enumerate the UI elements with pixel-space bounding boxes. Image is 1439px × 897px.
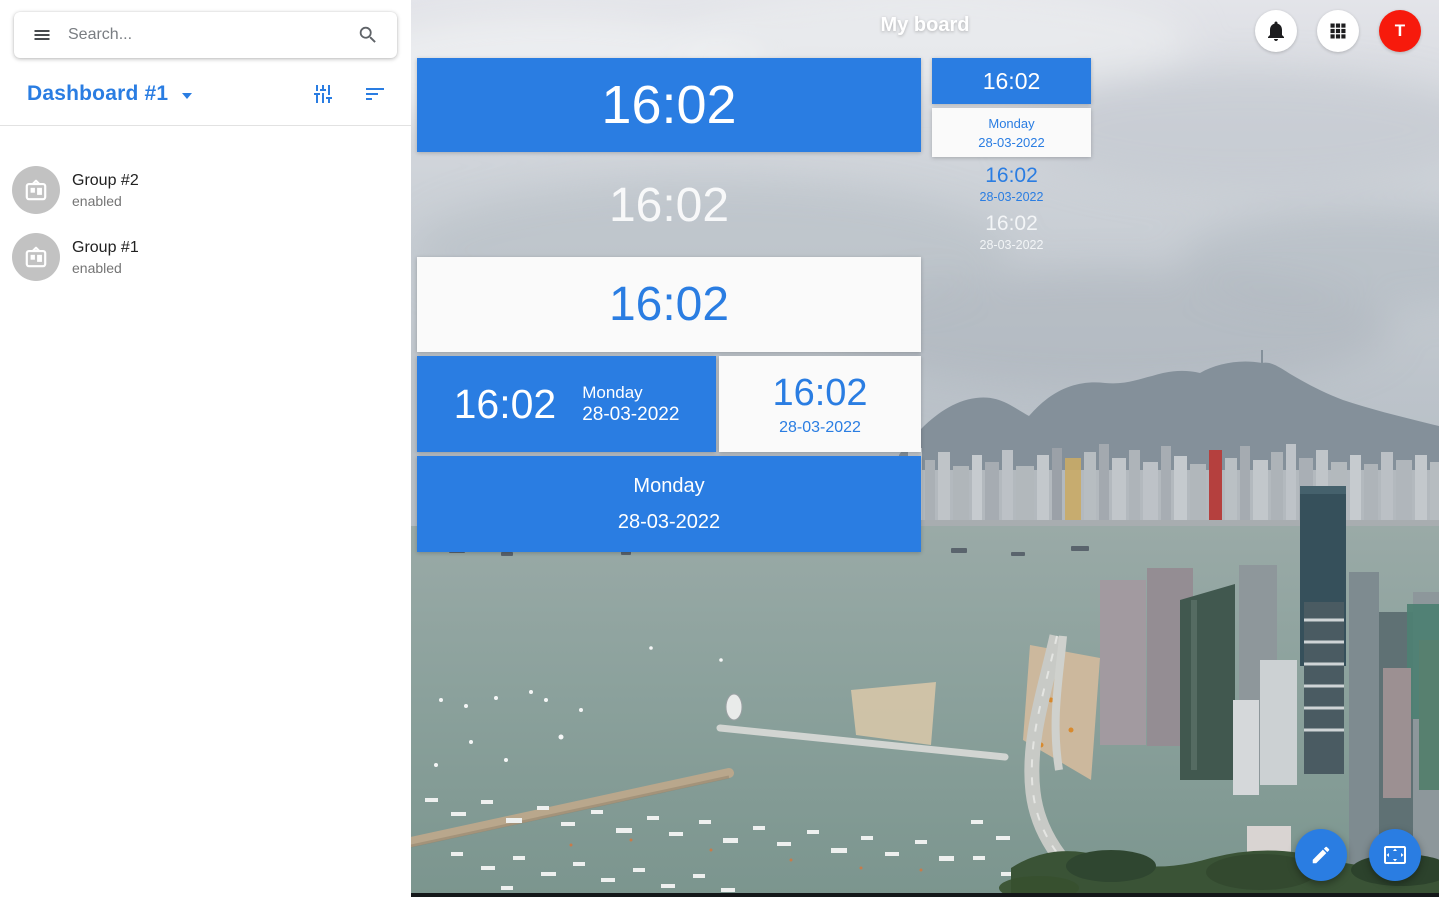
- search-bar[interactable]: [14, 12, 397, 58]
- apps-button[interactable]: [1317, 10, 1359, 52]
- clock-time: 16:02: [772, 372, 867, 415]
- group-list-item[interactable]: Group #2 enabled: [0, 158, 411, 222]
- sort-button[interactable]: [357, 76, 393, 112]
- frame-icon: [23, 177, 49, 203]
- chevron-down-icon: [182, 93, 192, 99]
- user-avatar[interactable]: T: [1379, 10, 1421, 52]
- small-clock-widget-blue[interactable]: 16:02: [932, 58, 1091, 104]
- search-button[interactable]: [351, 18, 385, 52]
- app-window: Dashboard #1: [0, 0, 1439, 897]
- clock-time: 16:02: [601, 74, 736, 136]
- clock-date: 28-03-2022: [978, 133, 1045, 152]
- clock-widget-white[interactable]: 16:02: [417, 257, 921, 352]
- edit-board-button[interactable]: [1295, 829, 1347, 881]
- dashboard-header-row: Dashboard #1: [0, 72, 411, 116]
- apps-grid-icon: [1328, 21, 1348, 41]
- clock-day: Monday: [582, 382, 679, 403]
- group-list-item[interactable]: Group #1 enabled: [0, 225, 411, 289]
- dashboard-selector[interactable]: Dashboard #1: [27, 82, 192, 106]
- menu-button[interactable]: [26, 19, 58, 51]
- board-canvas: My board T 16:02 16:02 1: [411, 0, 1439, 897]
- clock-date: 28-03-2022: [618, 511, 720, 534]
- search-icon: [357, 24, 379, 46]
- clock-day: Monday: [633, 475, 704, 498]
- clock-date: 28-03-2022: [582, 403, 679, 427]
- bell-icon: [1264, 19, 1288, 43]
- clock-time: 16:02: [454, 381, 557, 428]
- clock-time: 16:02: [985, 164, 1038, 188]
- avatar-letter: T: [1395, 21, 1405, 41]
- clock-widget-large-blue[interactable]: 16:02: [417, 58, 921, 152]
- tune-icon: [311, 82, 335, 106]
- clock-time: 16:02: [609, 277, 729, 332]
- hamburger-icon: [32, 25, 52, 45]
- group-status: enabled: [72, 193, 139, 209]
- small-clock-widget-transparent-white[interactable]: 16:02 28-03-2022: [932, 209, 1091, 255]
- day-date-widget-blue[interactable]: Monday 28-03-2022: [417, 456, 921, 552]
- tune-button[interactable]: [305, 76, 341, 112]
- clock-time: 16:02: [983, 68, 1041, 95]
- group-name: Group #2: [72, 172, 139, 190]
- clock-date: 28-03-2022: [980, 238, 1044, 252]
- clock-date: 28-03-2022: [980, 190, 1044, 204]
- sort-icon: [363, 82, 387, 106]
- clock-date-widget-white[interactable]: 16:02 28-03-2022: [719, 356, 921, 452]
- clock-date-widget-blue[interactable]: 16:02 Monday 28-03-2022: [417, 356, 716, 452]
- clock-time: 16:02: [609, 178, 729, 233]
- fullscreen-button[interactable]: [1369, 829, 1421, 881]
- search-input[interactable]: [66, 25, 351, 45]
- group-avatar: [12, 233, 60, 281]
- clock-date: 28-03-2022: [779, 419, 861, 437]
- clock-widget-transparent[interactable]: 16:02: [417, 162, 921, 248]
- notifications-button[interactable]: [1255, 10, 1297, 52]
- small-clock-widget-transparent-blue[interactable]: 16:02 28-03-2022: [932, 162, 1091, 206]
- small-day-date-widget-white[interactable]: Monday 28-03-2022: [932, 108, 1091, 157]
- group-avatar: [12, 166, 60, 214]
- group-name: Group #1: [72, 239, 139, 257]
- pencil-icon: [1310, 844, 1332, 866]
- clock-day: Monday: [988, 114, 1034, 133]
- clock-time: 16:02: [985, 212, 1038, 236]
- sidebar: Dashboard #1: [0, 0, 411, 897]
- frame-icon: [23, 244, 49, 270]
- overscan-icon: [1383, 843, 1407, 867]
- dashboard-title: Dashboard #1: [27, 82, 168, 106]
- sidebar-divider: [0, 125, 411, 126]
- group-status: enabled: [72, 260, 139, 276]
